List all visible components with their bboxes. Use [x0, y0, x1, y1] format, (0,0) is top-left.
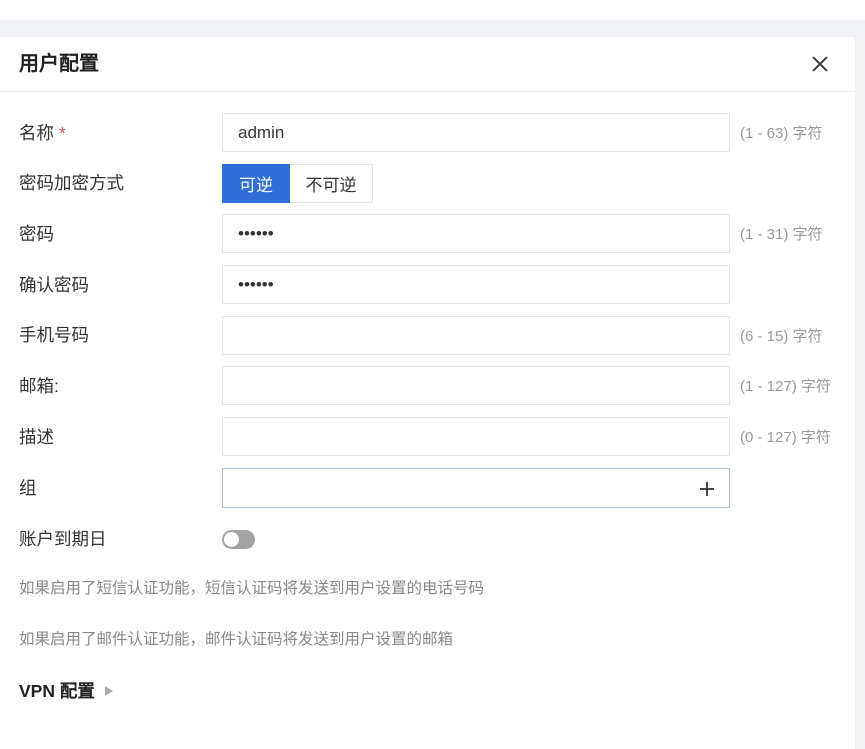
email-auth-note: 如果启用了邮件认证功能，邮件认证码将发送到用户设置的邮箱 [19, 631, 454, 648]
name-label: 名称 * [19, 121, 222, 145]
description-length-hint: (0 - 127) 字符 [740, 429, 831, 447]
toggle-knob [224, 531, 239, 547]
name-input[interactable] [222, 113, 730, 152]
email-label: 邮箱: [19, 375, 59, 396]
email-input[interactable] [222, 366, 730, 406]
encryption-label: 密码加密方式 [19, 173, 124, 194]
description-input[interactable] [222, 417, 730, 457]
vpn-config-label: VPN 配置 [19, 681, 95, 701]
required-mark: * [59, 122, 66, 143]
email-length-hint: (1 - 127) 字符 [740, 378, 831, 396]
dialog-title: 用户配置 [19, 53, 99, 75]
encryption-option-reversible[interactable]: 可逆 [222, 163, 290, 203]
form-row-description: 描述 (0 - 127) 字符 [0, 417, 855, 457]
user-config-dialog: 用户配置 名称* (1 - 63) 字符 密码加密方式 可逆 不可逆 [0, 37, 855, 749]
password-input[interactable] [222, 214, 730, 254]
phone-input[interactable] [222, 315, 730, 355]
phone-label: 手机号码 [19, 325, 89, 346]
sms-auth-note: 如果启用了短信认证功能，短信认证码将发送到用户设置的电话号码 [19, 580, 485, 597]
name-length-hint: (1 - 63) 字符 [740, 125, 823, 142]
description-label: 描述 [19, 426, 54, 447]
form-row-encryption: 密码加密方式 可逆 不可逆 [0, 163, 855, 203]
form-row-group: 组 [0, 467, 855, 508]
vpn-config-toggle[interactable]: VPN 配置 [19, 679, 113, 703]
password-label: 密码 [19, 223, 54, 244]
name-label-text: 名称 [19, 122, 54, 143]
password-length-hint: (1 - 31) 字符 [740, 226, 823, 244]
group-selector[interactable] [222, 467, 730, 508]
add-group-button[interactable] [698, 480, 716, 498]
close-button[interactable] [810, 54, 830, 74]
confirm-password-input[interactable] [222, 265, 730, 305]
user-form: 名称* (1 - 63) 字符 密码加密方式 可逆 不可逆 密码 (1 - 31… [0, 113, 855, 559]
group-label: 组 [19, 477, 37, 498]
form-row-name: 名称* (1 - 63) 字符 [0, 113, 855, 152]
plus-icon [700, 481, 714, 496]
caret-right-icon [104, 686, 113, 696]
expiry-label: 账户到期日 [19, 529, 107, 549]
top-bar [0, 0, 865, 20]
form-row-expiry: 账户到期日 [0, 520, 855, 559]
form-row-email: 邮箱: (1 - 127) 字符 [0, 366, 855, 406]
expiry-toggle[interactable] [222, 529, 255, 549]
form-row-password: 密码 (1 - 31) 字符 [0, 214, 855, 254]
form-row-phone: 手机号码 (6 - 15) 字符 [0, 315, 855, 355]
confirm-password-label: 确认密码 [19, 274, 89, 295]
dialog-header: 用户配置 [0, 37, 855, 92]
close-icon [812, 56, 828, 72]
encryption-segmented-control: 可逆 不可逆 [222, 163, 373, 203]
form-row-confirm-password: 确认密码 [0, 265, 855, 305]
phone-length-hint: (6 - 15) 字符 [740, 327, 823, 345]
encryption-option-irreversible[interactable]: 不可逆 [290, 163, 373, 203]
